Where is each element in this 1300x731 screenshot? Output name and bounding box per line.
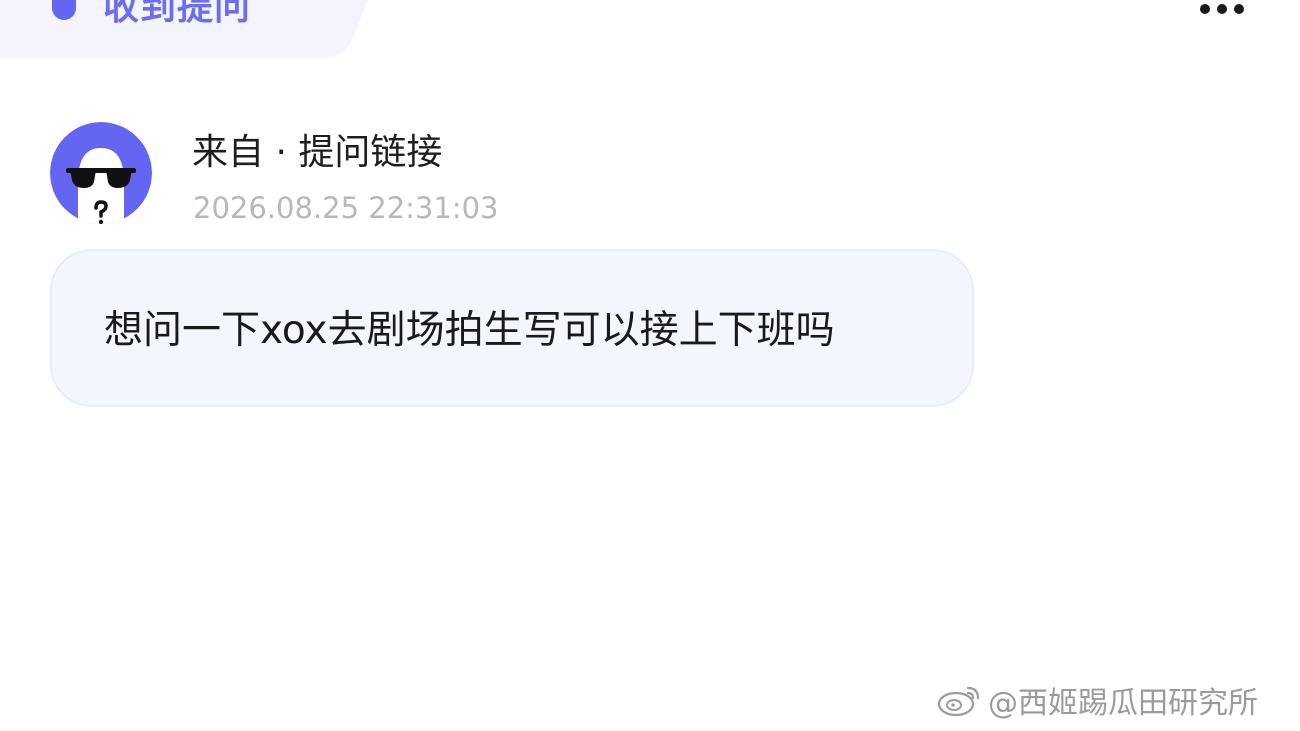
anonymous-sunglasses-avatar-icon bbox=[50, 122, 152, 224]
more-horizontal-icon bbox=[1200, 4, 1210, 14]
message-timestamp: 2026.08.25 22:31:03 bbox=[193, 191, 499, 225]
message-bubble: 想问一下xox去剧场拍生写可以接上下班吗 bbox=[50, 249, 974, 407]
sender-name: 来自 · 提问链接 bbox=[192, 132, 443, 173]
question-card-page: 收到提问 来自 · 提问链接 2026.08.25 22:31:03 想问一下x… bbox=[0, 0, 1300, 731]
more-options-button[interactable] bbox=[1192, 0, 1252, 24]
watermark: @西姬踢瓜田研究所 bbox=[936, 680, 1258, 721]
header-tab: 收到提问 bbox=[0, 0, 368, 58]
weibo-logo-icon bbox=[937, 686, 980, 717]
avatar bbox=[50, 122, 152, 224]
watermark-text: @西姬踢瓜田研究所 bbox=[988, 686, 1258, 721]
message-text: 想问一下xox去剧场拍生写可以接上下班吗 bbox=[104, 308, 835, 353]
page-title: 收到提问 bbox=[103, 0, 252, 28]
